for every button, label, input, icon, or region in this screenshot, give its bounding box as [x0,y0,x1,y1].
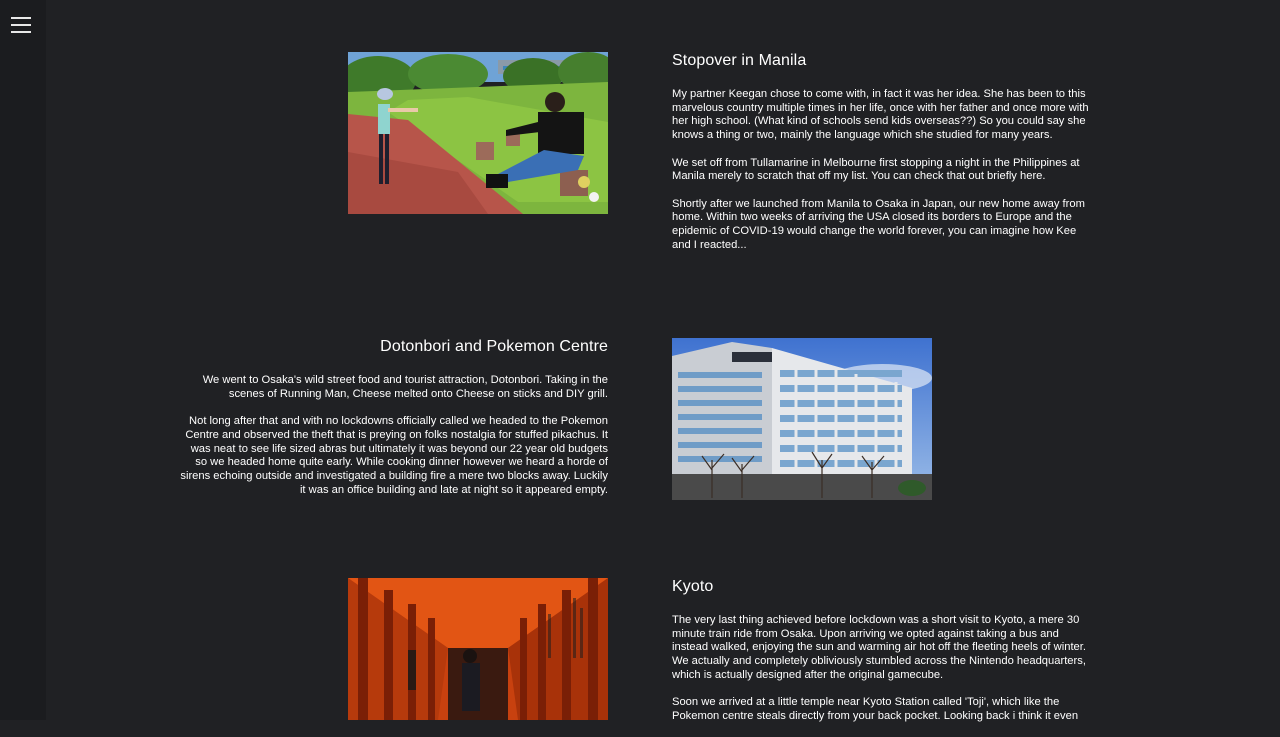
sidebar [0,0,46,720]
paragraph: We went to Osaka's wild street food and … [202,374,608,400]
post-body: We went to Osaka's wild street food and … [180,374,608,511]
hamburger-menu-icon[interactable] [11,17,31,33]
park-photo [348,52,608,214]
torii-gates-photo [348,578,608,720]
paragraph: Soon we arrived at a little temple near … [672,696,1079,722]
paragraph: We set off from Tullamarine in Melbourne… [672,156,1080,183]
post-title: Stopover in Manila [672,52,807,69]
post-body: The very last thing achieved before lock… [672,614,1090,737]
post-title: Kyoto [672,578,714,595]
menu-line [11,17,31,19]
paragraph: The very last thing achieved before lock… [672,614,1086,681]
post-body: My partner Keegan chose to come with, in… [672,88,1090,266]
paragraph: My partner Keegan chose to come with, in… [672,88,1089,142]
post-title: Dotonbori and Pokemon Centre [380,338,608,355]
paragraph: Shortly after we launched from Manila to… [672,197,1085,251]
office-building-photo [672,338,932,500]
paragraph: Not long after that and with no lockdown… [180,415,608,496]
menu-line [11,24,31,26]
menu-line [11,31,31,33]
